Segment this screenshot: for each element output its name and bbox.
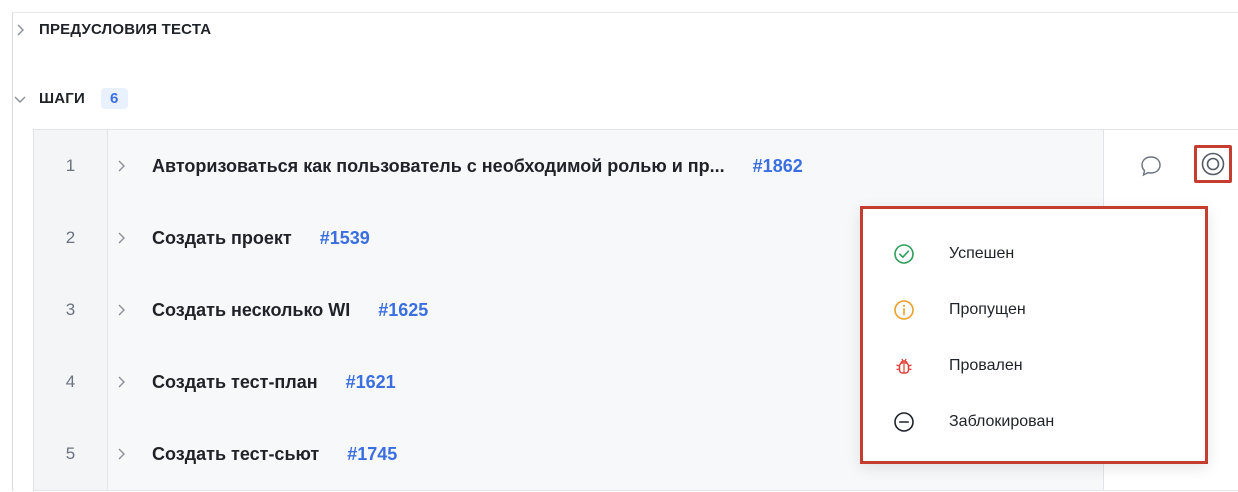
chevron-right-icon[interactable] [114, 159, 128, 173]
preconditions-section-label: ПРЕДУСЛОВИЯ ТЕСТА [39, 21, 212, 38]
step-number: 1 [34, 130, 108, 202]
chevron-right-icon[interactable] [13, 23, 27, 37]
status-option-label: Заблокирован [949, 413, 1055, 430]
status-option-skipped[interactable]: Пропущен [863, 281, 1205, 339]
step-title: Создать тест-сьют [152, 443, 320, 464]
status-option-failed[interactable]: Провален [863, 337, 1205, 395]
chevron-right-icon[interactable] [114, 447, 128, 461]
bug-icon [893, 355, 915, 377]
preconditions-section-header[interactable]: ПРЕДУСЛОВИЯ ТЕСТА [13, 21, 211, 38]
status-option-label: Провален [949, 357, 1023, 374]
step-number: 3 [34, 274, 108, 346]
test-case-steps-panel: ПРЕДУСЛОВИЯ ТЕСТА ШАГИ 6 1 Авторизоватьс… [0, 0, 1238, 492]
target-circle-icon [1201, 152, 1225, 176]
status-option-passed[interactable]: Успешен [863, 225, 1205, 283]
minus-circle-icon [893, 411, 915, 433]
status-option-blocked[interactable]: Заблокирован [863, 393, 1205, 451]
steps-section-label: ШАГИ [39, 90, 85, 107]
step-id-link[interactable]: #1621 [346, 372, 396, 393]
status-dropdown-menu: Успешен Пропущен Провален Заблокирован [860, 206, 1208, 464]
step-actions [1103, 130, 1238, 202]
step-number: 2 [34, 202, 108, 274]
step-content[interactable]: Авторизоваться как пользователь с необхо… [108, 130, 1103, 202]
step-number: 4 [34, 346, 108, 418]
step-number: 5 [34, 418, 108, 490]
chevron-down-icon[interactable] [13, 92, 27, 106]
step-title: Создать несколько WI [152, 299, 351, 320]
step-row[interactable]: 1 Авторизоваться как пользователь с необ… [34, 130, 1238, 203]
chevron-right-icon[interactable] [114, 303, 128, 317]
comment-icon[interactable] [1138, 153, 1164, 179]
check-circle-icon [893, 243, 915, 265]
step-title: Создать проект [152, 227, 292, 248]
step-id-link[interactable]: #1539 [320, 228, 370, 249]
step-title: Авторизоваться как пользователь с необхо… [152, 155, 725, 176]
panel-top-border [12, 12, 1238, 13]
panel-left-border [12, 12, 13, 491]
steps-count-badge: 6 [101, 88, 128, 109]
chevron-right-icon[interactable] [114, 231, 128, 245]
step-title: Создать тест-план [152, 371, 318, 392]
status-option-label: Успешен [949, 245, 1015, 262]
status-option-label: Пропущен [949, 301, 1026, 318]
steps-section-header[interactable]: ШАГИ 6 [13, 88, 128, 109]
set-status-button[interactable] [1194, 145, 1232, 183]
step-id-link[interactable]: #1625 [378, 300, 428, 321]
info-circle-icon [893, 299, 915, 321]
step-id-link[interactable]: #1862 [753, 156, 803, 177]
step-id-link[interactable]: #1745 [347, 444, 397, 465]
chevron-right-icon[interactable] [114, 375, 128, 389]
